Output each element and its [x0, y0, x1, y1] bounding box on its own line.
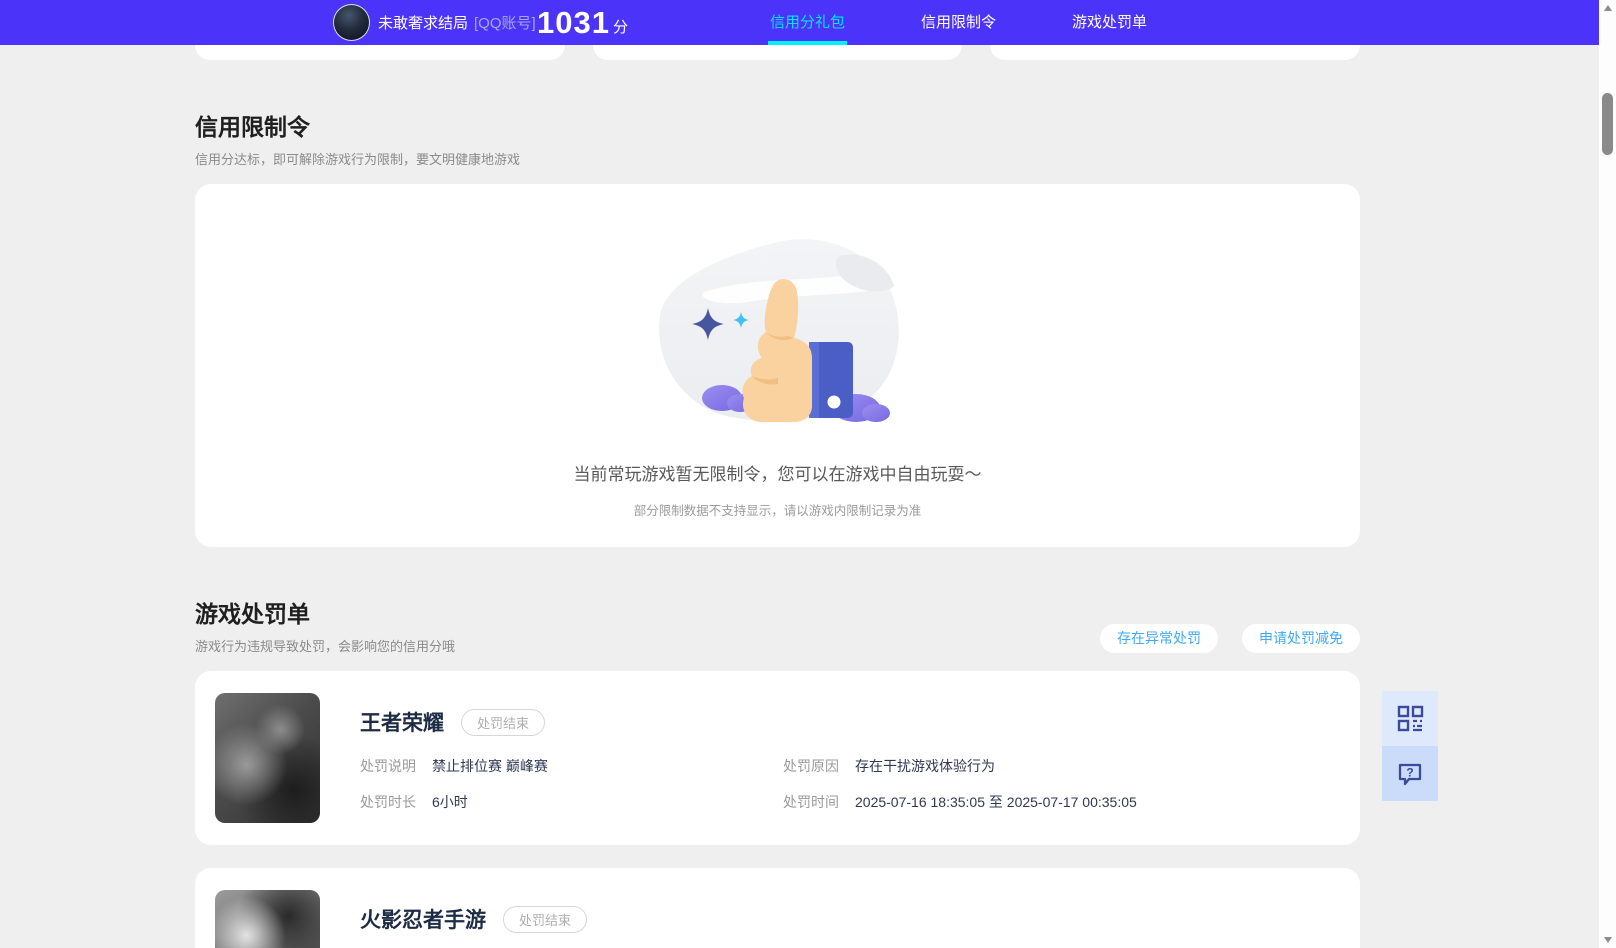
top-header-bar: 未敢奢求结局 [QQ账号] 1031 分 信用分礼包 信用限制令 游戏处罚单	[0, 0, 1599, 45]
tab-credit-gift[interactable]: 信用分礼包	[767, 0, 848, 45]
user-info: 未敢奢求结局 [QQ账号]	[378, 0, 536, 45]
header-nav: 信用分礼包 信用限制令 游戏处罚单	[767, 0, 1147, 45]
punishment-section-title: 游戏处罚单	[195, 601, 310, 627]
punishment-section-subtitle: 游戏行为违规导致处罚，会影响您的信用分哦	[195, 639, 456, 654]
field-value: 存在干扰游戏体验行为	[855, 758, 995, 774]
field-label: 处罚原因	[783, 758, 839, 774]
credit-score: 1031 分	[537, 0, 628, 45]
cutoff-card	[990, 45, 1361, 60]
credit-score-value: 1031	[537, 4, 610, 40]
field-label: 处罚说明	[360, 758, 416, 774]
apply-reduction-button[interactable]: 申请处罚减免	[1242, 624, 1360, 653]
restriction-empty-card: 当前常玩游戏暂无限制令，您可以在游戏中自由玩耍～ 部分限制数据不支持显示，请以游…	[195, 184, 1360, 547]
thumbs-up-illustration	[658, 239, 899, 422]
field-label: 处罚时长	[360, 794, 416, 810]
restriction-empty-note: 部分限制数据不支持显示，请以游戏内限制记录为准	[633, 504, 922, 518]
game-title: 王者荣耀	[360, 712, 444, 735]
username: 未敢奢求结局	[378, 15, 469, 32]
help-icon: ?	[1398, 763, 1422, 785]
punishment-card: 王者荣耀 处罚结束 处罚说明 禁止排位赛 巅峰赛 处罚原因 存在干扰游戏体验行为…	[195, 671, 1360, 845]
floating-side-panel: ?	[1382, 691, 1438, 801]
tab-credit-restriction[interactable]: 信用限制令	[921, 0, 996, 45]
credit-score-unit: 分	[612, 19, 628, 36]
status-badge: 处罚结束	[461, 708, 546, 736]
user-avatar[interactable]	[333, 4, 370, 41]
scrollbar-down-arrow[interactable]	[1599, 932, 1616, 948]
scrollbar-thumb[interactable]	[1602, 93, 1613, 155]
game-title: 火影忍者手游	[360, 909, 486, 932]
main-content: 信用限制令 信用分达标，即可解除游戏行为限制，要文明健康地游戏 当前常玩游戏暂无…	[195, 0, 1361, 948]
punishment-card: 火影忍者手游 处罚结束	[195, 868, 1360, 948]
field-value: 6小时	[432, 794, 468, 810]
help-button[interactable]: ?	[1382, 746, 1438, 801]
abnormal-punishment-button[interactable]: 存在异常处罚	[1100, 624, 1218, 653]
field-value: 禁止排位赛 巅峰赛	[432, 758, 548, 774]
tab-game-punishment[interactable]: 游戏处罚单	[1072, 0, 1147, 45]
account-type-label: [QQ账号]	[474, 15, 536, 32]
punishment-section-header: 游戏处罚单 游戏行为违规导致处罚，会影响您的信用分哦 存在异常处罚 申请处罚减免	[195, 547, 1360, 655]
punishment-fields: 处罚说明 禁止排位赛 巅峰赛 处罚原因 存在干扰游戏体验行为 处罚时长 6小时 …	[360, 756, 1340, 812]
status-badge: 处罚结束	[503, 905, 588, 933]
scrollbar-up-arrow[interactable]	[1599, 0, 1616, 16]
restriction-section-title: 信用限制令	[195, 114, 310, 140]
qr-code-icon	[1397, 705, 1423, 732]
question-glyph: ?	[1406, 765, 1413, 779]
field-label: 处罚时间	[783, 794, 839, 810]
cutoff-card	[592, 45, 963, 60]
game-icon-image	[215, 693, 320, 823]
cutoff-card	[195, 45, 565, 60]
restriction-empty-text: 当前常玩游戏暂无限制令，您可以在游戏中自由玩耍～	[573, 465, 982, 484]
punishment-actions: 存在异常处罚 申请处罚减免	[1100, 624, 1360, 653]
field-value: 2025-07-16 18:35:05 至 2025-07-17 00:35:0…	[855, 794, 1137, 810]
game-icon-image	[215, 890, 320, 948]
restriction-section-subtitle: 信用分达标，即可解除游戏行为限制，要文明健康地游戏	[195, 152, 521, 167]
qr-code-button[interactable]	[1382, 691, 1438, 746]
vertical-scrollbar	[1599, 0, 1616, 948]
cutoff-card-row	[195, 45, 1361, 60]
